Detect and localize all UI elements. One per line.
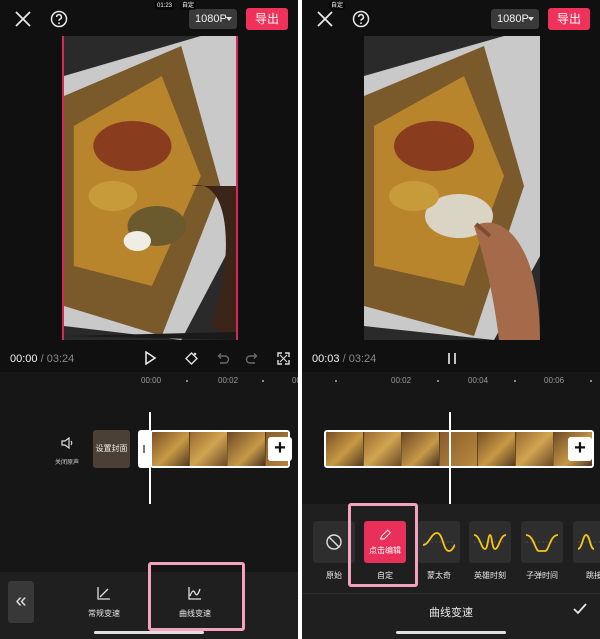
ruler-label: 00	[292, 376, 298, 385]
chevron-down-icon	[226, 17, 232, 21]
top-bar: 1080P 导出	[0, 0, 298, 38]
clip-frame	[440, 432, 478, 466]
screenshot-comparison: 1080P 导出 00:00 / 03:24 00:00 00:02 0 关闭原…	[0, 0, 600, 639]
ruler-label: 00:04	[468, 376, 489, 385]
current-time: 00:03	[312, 353, 340, 365]
resolution-value: 1080P	[195, 13, 227, 25]
speed-normal-icon	[97, 587, 110, 600]
curve-hero-icon	[473, 534, 507, 550]
video-preview	[62, 36, 238, 340]
ruler-tick	[186, 380, 188, 382]
resolution-dropdown[interactable]: 1080P	[189, 9, 237, 29]
video-clip-strip[interactable]	[324, 430, 594, 468]
ruler-tick	[590, 380, 592, 382]
ruler-label: 00:00	[141, 376, 162, 385]
close-icon[interactable]	[316, 10, 334, 28]
help-icon[interactable]	[352, 10, 370, 28]
total-time: 03:24	[46, 353, 75, 365]
clip-speed-tag: 自定	[180, 2, 197, 10]
help-icon[interactable]	[50, 10, 68, 28]
preset-montage[interactable]: 蒙太奇	[418, 521, 460, 581]
playhead[interactable]	[149, 412, 151, 504]
ruler-tick	[514, 380, 516, 382]
time-separator: /	[40, 353, 44, 365]
preset-jump-cut[interactable]: 跳接	[573, 521, 600, 581]
ruler-tick	[335, 380, 337, 382]
mute-original-audio-button[interactable]: 关闭原声	[50, 436, 84, 466]
timecode: 00:03 / 03:24	[312, 353, 376, 365]
top-bar: 1080P 导出	[302, 0, 600, 38]
home-indicator	[396, 631, 506, 634]
clip-frame	[152, 432, 190, 466]
fullscreen-icon[interactable]	[276, 351, 291, 366]
add-clip-button[interactable]: +	[268, 437, 292, 461]
none-icon	[326, 534, 342, 550]
pause-icon[interactable]	[445, 352, 459, 365]
clip-duration: 01:23	[155, 2, 175, 10]
collapse-button[interactable]: «	[8, 581, 34, 623]
sheet-title: 曲线变速	[429, 607, 473, 619]
editor-panel-left: 1080P 导出 00:00 / 03:24 00:00 00:02 0 关闭原…	[0, 0, 298, 639]
keyframe-icon[interactable]	[184, 351, 199, 366]
timecode: 00:00 / 03:24	[10, 353, 74, 365]
highlight-frame-curve-speed	[148, 562, 245, 631]
ruler-label: 00:06	[544, 376, 565, 385]
current-time: 00:00	[10, 353, 38, 365]
set-cover-button[interactable]: 设置封面	[93, 430, 130, 468]
preset-label: 子弹时间	[526, 571, 558, 580]
home-indicator	[94, 631, 204, 634]
preset-label: 跳接	[586, 571, 600, 580]
normal-speed-label: 常规变速	[88, 609, 120, 618]
preset-bullet-time[interactable]: 子弹时间	[521, 521, 563, 581]
editor-panel-right: 1080P 导出 00:03 / 03:24 00:02 00:04 00:06…	[302, 0, 600, 639]
chevron-down-icon	[528, 17, 534, 21]
play-icon[interactable]	[143, 351, 157, 365]
curve-bullet-icon	[525, 534, 559, 552]
ruler-tick	[262, 380, 264, 382]
clip-frame	[228, 432, 266, 466]
redo-icon[interactable]	[245, 351, 260, 366]
video-preview	[364, 36, 540, 340]
playhead[interactable]	[449, 412, 451, 504]
curve-montage-icon	[422, 532, 456, 552]
confirm-check-icon[interactable]	[572, 601, 588, 617]
preset-label: 蒙太奇	[427, 571, 451, 580]
curve-jump-icon	[577, 534, 600, 550]
resolution-dropdown[interactable]: 1080P	[491, 9, 539, 29]
ruler-tick	[437, 380, 439, 382]
clip-frame	[326, 432, 364, 466]
video-frame-image	[64, 36, 236, 340]
normal-speed-button[interactable]: 常规变速	[64, 582, 144, 619]
highlight-frame-custom	[348, 503, 418, 587]
preset-label: 英雄时刻	[474, 571, 506, 580]
ruler-label: 00:02	[391, 376, 412, 385]
mute-label: 关闭原声	[54, 460, 79, 466]
total-time: 03:24	[348, 353, 377, 365]
resolution-value: 1080P	[497, 13, 529, 25]
ruler-label: 00:02	[218, 376, 239, 385]
time-separator: /	[342, 353, 346, 365]
export-button[interactable]: 导出	[548, 8, 590, 30]
clip-frame	[364, 432, 402, 466]
sheet-divider	[302, 593, 600, 594]
speaker-icon	[61, 436, 73, 450]
close-icon[interactable]	[14, 10, 32, 28]
add-clip-button[interactable]: +	[568, 437, 592, 461]
clip-frame	[190, 432, 228, 466]
clip-frame	[478, 432, 516, 466]
preset-hero-moment[interactable]: 英雄时刻	[469, 521, 511, 581]
clip-frame	[516, 432, 554, 466]
clip-speed-tag: 自定	[329, 2, 346, 10]
video-frame-image	[364, 36, 540, 340]
clip-frame	[402, 432, 440, 466]
undo-icon[interactable]	[215, 351, 230, 366]
export-button[interactable]: 导出	[246, 8, 288, 30]
